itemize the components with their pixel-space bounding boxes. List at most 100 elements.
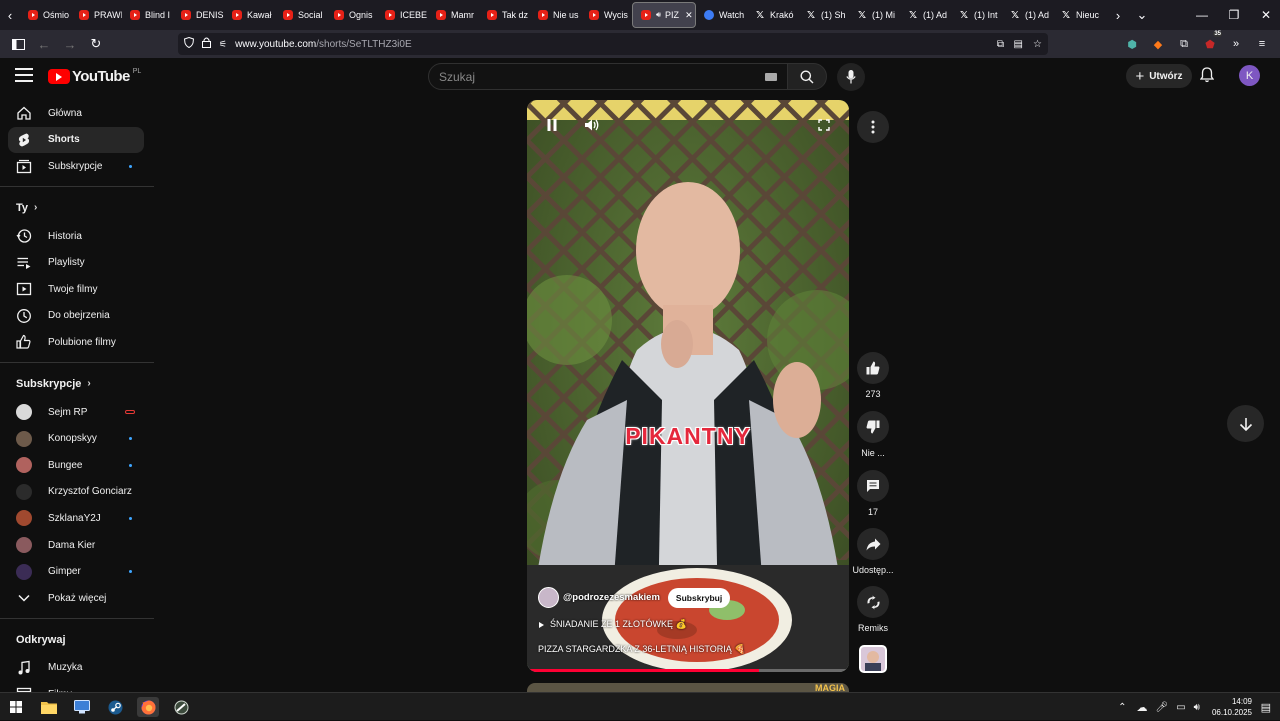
browser-tab[interactable]: 𝕏 (1) Int	[951, 2, 1002, 28]
forward-icon[interactable]: →	[58, 32, 82, 56]
ublock-icon[interactable]: ⬟ 35	[1198, 31, 1222, 55]
browser-tab[interactable]: Ośmio	[20, 2, 71, 28]
tool-app-icon[interactable]	[170, 697, 192, 717]
share-button[interactable]: Udostęp...	[849, 528, 897, 575]
browser-tab[interactable]: 𝕏 (1) Ad	[900, 2, 951, 28]
sidebar-item-do-obejrzenia[interactable]: Do obejrzenia	[0, 303, 146, 330]
sidebar-item-twoje-filmy[interactable]: Twoje filmy	[0, 276, 146, 303]
overflow-chevron-icon[interactable]: »	[1224, 33, 1248, 55]
browser-tab[interactable]: Mamr	[428, 2, 479, 28]
lock-icon[interactable]	[202, 37, 211, 51]
picture-in-picture-icon[interactable]: ⧉	[997, 39, 1004, 50]
browser-tab[interactable]: Blind I	[122, 2, 173, 28]
sidebar-subscription[interactable]: SzklanaY2J	[0, 505, 146, 532]
sidebar-item-playlisty[interactable]: Playlisty	[0, 249, 146, 276]
sidebar-subscription[interactable]: Bungee	[0, 452, 146, 479]
bookmark-star-icon[interactable]: ☆	[1033, 39, 1042, 50]
you-section-header[interactable]: Ty ›	[0, 193, 154, 223]
browser-tab[interactable]: Tak dz	[479, 2, 530, 28]
like-button[interactable]: 273	[849, 352, 897, 399]
sidebar-item-shorts[interactable]: Shorts	[8, 126, 144, 154]
speaker-icon[interactable]: 🔊︎	[1194, 702, 1200, 713]
browser-tab[interactable]: 𝕏 (1) Sh	[798, 2, 849, 28]
page-permissions-icon[interactable]: ⚟	[219, 39, 227, 50]
speaker-icon[interactable]: 🔊︎	[656, 10, 661, 20]
browser-tab[interactable]: Kawał	[224, 2, 275, 28]
microphone-tray-icon[interactable]: 🎤︎	[1155, 702, 1168, 713]
cloud-icon[interactable]: ☁	[1136, 701, 1147, 714]
sidebar-item-muzyka[interactable]: Muzyka	[0, 655, 146, 682]
comments-button[interactable]: 17	[849, 470, 897, 517]
channel-avatar[interactable]	[538, 587, 559, 608]
sidebar-item-główna[interactable]: Główna	[0, 100, 146, 127]
address-bar[interactable]: ⚟ www.youtube.com/shorts/SeTLTHZ3i0E ⧉ ▤…	[178, 33, 1048, 55]
sidebar-subscription[interactable]: Gimper	[0, 558, 146, 585]
voice-search-button[interactable]	[837, 63, 865, 91]
sidebar-subscription[interactable]: Dama Kier	[0, 532, 146, 559]
browser-tab[interactable]: DENIS	[173, 2, 224, 28]
browser-tab[interactable]: Watch	[696, 2, 747, 28]
browser-tab[interactable]: Wycis	[581, 2, 632, 28]
subscriptions-section-header[interactable]: Subskrypcje ›	[0, 369, 154, 399]
short-video-player[interactable]: PIKANTNY @podrozezesmakiem Subskrybuj ŚN…	[527, 100, 849, 672]
browser-tab[interactable]: 𝕏 (1) Mi	[849, 2, 900, 28]
youtube-logo[interactable]: YouTube PL	[48, 68, 141, 85]
sidebar-item-filmy[interactable]: Filmy	[0, 681, 146, 692]
subscribe-button[interactable]: Subskrybuj	[667, 587, 731, 608]
back-icon[interactable]: ←	[32, 32, 56, 56]
sidebar-toggle-icon[interactable]	[6, 32, 30, 56]
keyboard-icon[interactable]	[765, 73, 777, 81]
notification-center-icon[interactable]: ▤	[1261, 701, 1271, 714]
sidebar-item-subskrypcje[interactable]: Subskrypcje	[0, 153, 146, 180]
tabs-scroll-right-icon[interactable]: ›	[1108, 0, 1128, 30]
firefox-taskbar-icon[interactable]	[137, 697, 159, 717]
file-explorer-icon[interactable]	[38, 697, 60, 717]
tab-list-icon[interactable]: ⌄	[1132, 0, 1152, 30]
tray-overflow-icon[interactable]: ⌃	[1118, 702, 1126, 713]
remix-button[interactable]: Remiks	[849, 586, 897, 633]
app-menu-icon[interactable]: ≡	[1250, 33, 1274, 55]
browser-tab[interactable]: ICEBE	[377, 2, 428, 28]
fox-extension-icon[interactable]: ◆	[1146, 33, 1170, 55]
vpn-extension-icon[interactable]: ⬢	[1120, 33, 1144, 55]
browser-tab[interactable]: 𝕏 (1) Ad	[1002, 2, 1053, 28]
minimize-icon[interactable]: —	[1186, 8, 1218, 22]
sound-thumbnail[interactable]	[849, 645, 897, 673]
channel-name[interactable]: @podrozezesmakiem	[563, 592, 660, 603]
settings-app-icon[interactable]	[71, 697, 93, 717]
tabs-scroll-left-icon[interactable]: ‹	[0, 0, 20, 30]
fullscreen-button[interactable]	[813, 114, 835, 136]
browser-tab[interactable]: Nie us	[530, 2, 581, 28]
browser-tab[interactable]: 𝕏 Nieuc	[1053, 2, 1104, 28]
search-input[interactable]	[439, 69, 739, 84]
sidebar-subscription[interactable]: Krzysztof Gonciarz	[0, 479, 146, 506]
sidebar-item-historia[interactable]: Historia	[0, 223, 146, 250]
more-options-button[interactable]	[857, 111, 889, 143]
restore-icon[interactable]: ❐	[1218, 8, 1250, 22]
pause-button[interactable]	[541, 114, 563, 136]
show-more-button[interactable]: Pokaż więcej	[0, 585, 146, 612]
create-button[interactable]: + Utwórz	[1126, 64, 1192, 88]
start-button[interactable]	[5, 697, 27, 717]
browser-tab[interactable]: PRAWI	[71, 2, 122, 28]
sidebar-subscription[interactable]: Sejm RP	[0, 399, 146, 426]
browser-tab[interactable]: 𝕏 Krakó	[747, 2, 798, 28]
steam-icon[interactable]	[104, 697, 126, 717]
tracking-shield-icon[interactable]	[183, 36, 195, 51]
network-icon[interactable]: ▭	[1176, 702, 1185, 713]
sidebar-subscription[interactable]: Konopskyy	[0, 425, 146, 452]
extensions-puzzle-icon[interactable]: ⧉	[1172, 33, 1196, 55]
browser-tab[interactable]: Social	[275, 2, 326, 28]
sidebar-item-polubione-filmy[interactable]: Polubione filmy	[0, 329, 146, 356]
browser-tab[interactable]: Ognis	[326, 2, 377, 28]
dislike-button[interactable]: Nie ...	[849, 411, 897, 458]
next-short-button[interactable]	[1227, 405, 1264, 442]
notifications-button[interactable]	[1199, 67, 1215, 88]
search-button[interactable]	[787, 63, 827, 90]
browser-tab[interactable]: 🔊︎ PIZ ✕	[632, 2, 696, 28]
clock[interactable]: 14:09 06.10.2025	[1212, 696, 1252, 718]
progress-bar[interactable]	[527, 669, 849, 672]
close-tab-icon[interactable]: ✕	[685, 10, 693, 21]
playlist-link[interactable]: ŚNIADANIE ZE 1 ZŁOTÓWKĘ 💰	[539, 619, 687, 630]
close-window-icon[interactable]: ✕	[1250, 8, 1280, 22]
